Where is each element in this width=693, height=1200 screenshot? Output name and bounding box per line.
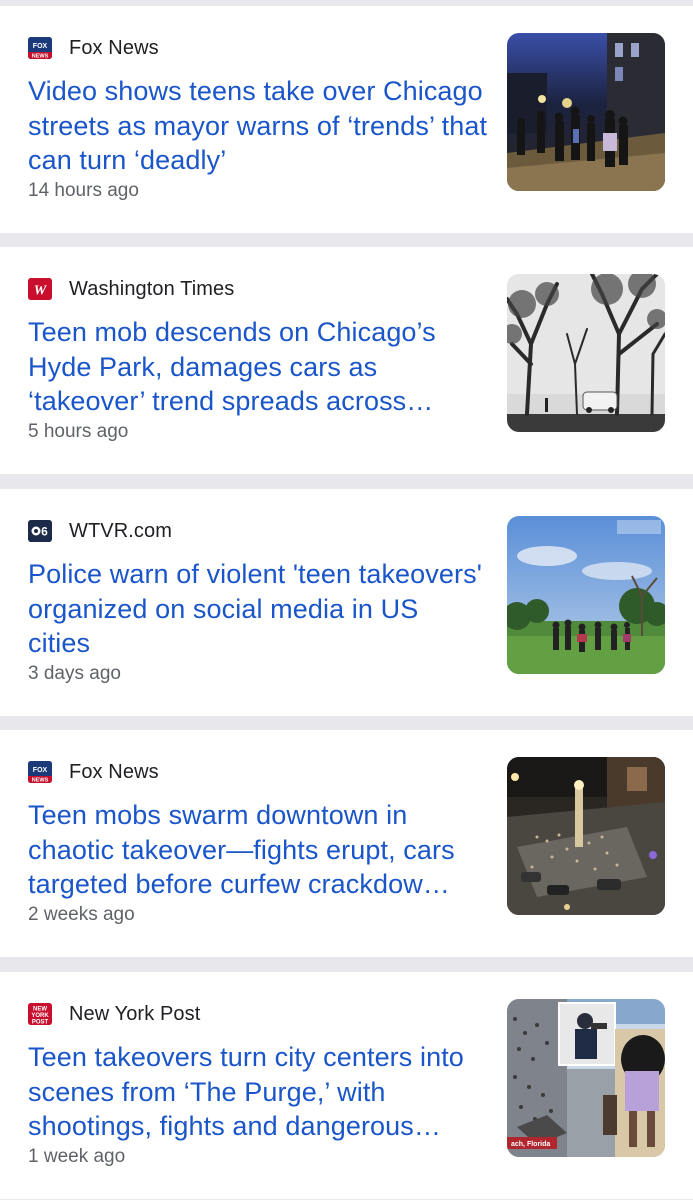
new-york-post-logo-icon: NEW YORK POST bbox=[28, 1003, 52, 1025]
fox-news-logo-icon: FOX NEWS bbox=[28, 761, 52, 783]
source-row: FOX NEWS Fox News bbox=[28, 36, 159, 60]
source-name: Fox News bbox=[69, 36, 159, 59]
svg-text:FOX: FOX bbox=[33, 43, 48, 50]
svg-text:NEWS: NEWS bbox=[32, 54, 49, 60]
source-name: New York Post bbox=[69, 1002, 201, 1025]
timestamp: 5 hours ago bbox=[28, 421, 129, 442]
source-row: 6 WTVR.com bbox=[28, 519, 172, 543]
park-crowd-image[interactable] bbox=[507, 516, 665, 674]
source-row: W Washington Times bbox=[28, 277, 234, 301]
svg-text:POST: POST bbox=[32, 1020, 49, 1026]
headline-link[interactable]: Teen mob descends on Chicago’s Hyde Park… bbox=[28, 315, 488, 419]
headline-link[interactable]: Video shows teens take over Chicago stre… bbox=[28, 74, 488, 178]
fox-news-logo-icon: FOX NEWS bbox=[28, 37, 52, 59]
news-card[interactable]: FOX NEWS Fox News Video shows teens take… bbox=[0, 6, 693, 233]
thumb-caption: ach, Florida bbox=[511, 1141, 550, 1148]
source-row: FOX NEWS Fox News bbox=[28, 760, 159, 784]
timestamp: 1 week ago bbox=[28, 1146, 126, 1167]
news-card[interactable]: NEW YORK POST New York Post Teen takeove… bbox=[0, 972, 693, 1199]
timestamp: 3 days ago bbox=[28, 663, 121, 684]
news-card[interactable]: FOX NEWS Fox News Teen mobs swarm downto… bbox=[0, 730, 693, 957]
svg-text:NEWS: NEWS bbox=[32, 778, 49, 784]
news-feed: FOX NEWS Fox News Video shows teens take… bbox=[0, 0, 693, 1200]
news-card[interactable]: W Washington Times Teen mob descends on … bbox=[0, 247, 693, 474]
source-name: WTVR.com bbox=[69, 519, 173, 542]
timestamp: 14 hours ago bbox=[28, 180, 139, 201]
source-name: Washington Times bbox=[69, 277, 235, 300]
source-name: Fox News bbox=[69, 760, 159, 783]
wtvr-logo-icon: 6 bbox=[28, 520, 52, 542]
headline-link[interactable]: Teen takeovers turn city centers into sc… bbox=[28, 1040, 488, 1144]
news-card[interactable]: 6 WTVR.com Police warn of violent 'teen … bbox=[0, 489, 693, 716]
headline-link[interactable]: Teen mobs swarm downtown in chaotic take… bbox=[28, 798, 488, 902]
svg-text:NEW: NEW bbox=[33, 1007, 47, 1013]
source-row: NEW YORK POST New York Post bbox=[28, 1002, 200, 1026]
svg-text:6: 6 bbox=[41, 525, 48, 539]
night-street-crowd-image[interactable] bbox=[507, 33, 665, 191]
svg-text:W: W bbox=[34, 284, 48, 299]
svg-text:YORK: YORK bbox=[31, 1013, 49, 1019]
park-trees-image[interactable] bbox=[507, 274, 665, 432]
washington-times-logo-icon: W bbox=[28, 278, 52, 300]
svg-text:FOX: FOX bbox=[33, 767, 48, 774]
aerial-night-plaza-image[interactable] bbox=[507, 757, 665, 915]
headline-link[interactable]: Police warn of violent 'teen takeovers' … bbox=[28, 557, 488, 661]
beach-crowd-collage-image[interactable]: ach, Florida bbox=[507, 999, 665, 1157]
timestamp: 2 weeks ago bbox=[28, 904, 135, 925]
